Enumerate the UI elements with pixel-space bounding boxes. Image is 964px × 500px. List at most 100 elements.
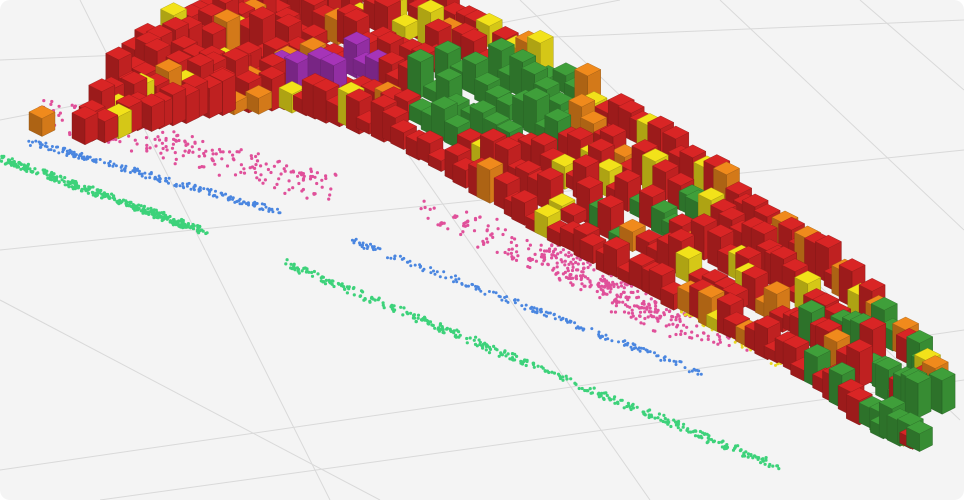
point <box>319 279 323 283</box>
point <box>485 229 489 233</box>
point <box>486 240 490 244</box>
point <box>79 154 83 158</box>
point <box>157 138 162 142</box>
point <box>582 284 586 288</box>
point <box>301 178 305 182</box>
point <box>601 289 605 293</box>
voxel-cube <box>245 85 273 115</box>
point <box>677 314 681 318</box>
point <box>495 348 499 352</box>
point <box>297 181 301 186</box>
point <box>449 329 453 334</box>
point <box>524 303 528 307</box>
point <box>158 180 162 184</box>
point <box>503 250 507 255</box>
point <box>462 222 466 226</box>
point <box>645 307 649 311</box>
point <box>315 171 319 175</box>
grid-line <box>0 299 381 500</box>
point <box>659 314 663 318</box>
point <box>598 296 602 300</box>
point <box>544 310 548 314</box>
point <box>546 263 550 267</box>
point <box>599 277 603 281</box>
point <box>683 331 687 336</box>
point <box>520 304 524 308</box>
point <box>609 310 614 314</box>
point <box>134 207 138 211</box>
point <box>699 372 703 376</box>
point <box>688 335 692 340</box>
point <box>700 338 704 342</box>
point <box>47 148 51 152</box>
point <box>580 386 584 391</box>
point <box>721 439 725 443</box>
point <box>527 247 531 251</box>
point <box>636 289 640 293</box>
point <box>580 282 584 286</box>
point <box>66 183 70 187</box>
point <box>503 296 507 299</box>
point <box>305 267 309 271</box>
point <box>555 265 559 269</box>
point <box>161 146 165 151</box>
point <box>622 343 626 347</box>
point <box>449 275 453 279</box>
point <box>402 256 406 260</box>
point <box>239 163 243 167</box>
point <box>160 218 164 223</box>
point <box>631 290 635 295</box>
point <box>725 443 729 447</box>
point <box>17 161 21 165</box>
point <box>369 242 372 246</box>
point <box>161 215 165 219</box>
point <box>717 335 722 339</box>
point <box>635 405 639 409</box>
point <box>553 254 558 258</box>
point <box>454 335 458 339</box>
3d-viewport[interactable] <box>0 0 964 500</box>
point <box>97 191 102 195</box>
point <box>569 253 574 257</box>
point <box>416 316 420 320</box>
point <box>561 375 565 379</box>
point <box>466 219 470 223</box>
point <box>442 270 446 274</box>
point <box>213 194 217 197</box>
point <box>736 444 740 448</box>
point <box>158 177 162 181</box>
point <box>139 204 143 208</box>
point <box>597 330 601 334</box>
point <box>563 270 568 274</box>
point <box>486 224 490 228</box>
point <box>731 448 736 452</box>
point <box>569 377 573 381</box>
point <box>632 304 637 308</box>
point <box>653 310 657 314</box>
point <box>455 214 459 218</box>
point <box>211 152 215 156</box>
point <box>107 196 111 200</box>
voxel-scene[interactable] <box>0 0 964 500</box>
point <box>193 183 197 187</box>
point <box>309 174 313 179</box>
point <box>190 145 194 149</box>
point <box>609 287 613 291</box>
point <box>489 233 493 237</box>
point <box>174 139 178 143</box>
point <box>124 164 128 168</box>
point <box>200 228 204 232</box>
point <box>556 372 561 376</box>
point <box>639 306 643 310</box>
point <box>242 171 247 175</box>
point <box>706 337 710 341</box>
point <box>50 145 54 148</box>
point <box>309 167 313 171</box>
point <box>771 464 775 468</box>
point <box>435 270 439 274</box>
point <box>628 305 632 309</box>
point <box>368 300 372 304</box>
point <box>604 333 608 337</box>
point <box>455 328 459 332</box>
point <box>255 159 260 163</box>
